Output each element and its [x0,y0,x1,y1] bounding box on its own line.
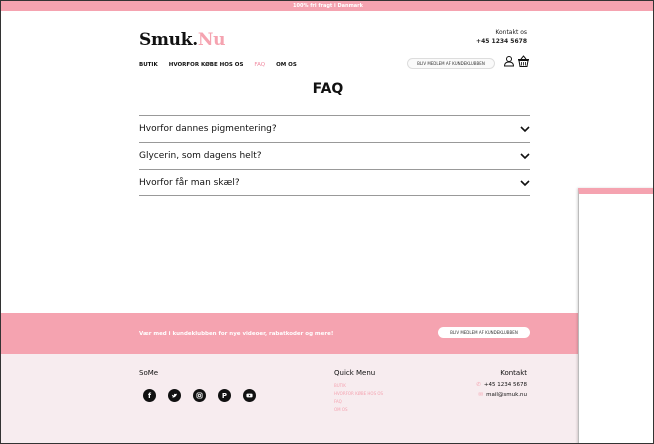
user-icon[interactable] [503,55,515,67]
quick-menu-list: BUTIK HVORFOR KØBE HOS OS FAQ OM OS [334,382,383,414]
newsletter-member-button[interactable]: BLIV MEDLEM AF KUNDEKLUBBEN [438,327,530,338]
quick-menu-title: Quick Menu [334,369,376,377]
faq-question: Hvorfor dannes pigmentering? [139,124,277,134]
faq-item[interactable]: Hvorfor dannes pigmentering? [139,115,530,142]
phone-icon: ✆ [476,382,481,388]
faq-item[interactable]: Glycerin, som dagens helt? [139,142,530,169]
logo[interactable]: Smuk.Nu [139,30,225,50]
chevron-down-icon [520,126,530,133]
youtube-icon[interactable] [243,389,256,402]
nav-item-butik[interactable]: BUTIK [139,62,158,68]
quick-menu-item-butik[interactable]: BUTIK [334,382,383,390]
mail-icon: ✉ [478,392,484,398]
member-button[interactable]: BLIV MEDLEM AF KUNDEKLUBBEN [407,58,495,69]
nav-item-hvorfor[interactable]: HVORFOR KØBE HOS OS [169,62,244,68]
footer [1,354,578,443]
quick-menu-item-om-os[interactable]: OM OS [334,406,383,414]
newsletter-text: Vær med i kundeklubben for nye videoer, … [139,331,334,337]
faq-question: Hvorfor får man skæl? [139,177,240,188]
chevron-down-icon [520,153,530,160]
chevron-down-icon [520,179,530,186]
contact-phone[interactable]: +45 1234 5678 [476,38,527,45]
social-icons: f P [143,389,256,402]
kontakt-title: Kontakt [500,369,527,377]
faq-item[interactable]: Hvorfor får man skæl? [139,169,530,196]
twitter-icon[interactable] [168,389,181,402]
basket-icon[interactable] [517,55,530,68]
facebook-icon[interactable]: f [143,389,156,402]
logo-main: Smuk. [139,30,198,50]
page: 100% fri fragt i Danmark Smuk.Nu Kontakt… [0,0,654,444]
instagram-icon[interactable] [193,389,206,402]
faq-question: Glycerin, som dagens helt? [139,151,262,161]
kontakt-phone: +45 1234 5678 [483,382,527,388]
popup-panel [578,188,653,443]
nav-item-faq[interactable]: FAQ [254,62,265,68]
page-title: FAQ [312,81,344,97]
some-title: SoMe [139,369,159,377]
quick-menu-item-hvorfor[interactable]: HVORFOR KØBE HOS OS [334,390,383,398]
kontakt-mail-row[interactable]: ✉ mail@smuk.nu [478,392,527,398]
nav-item-om-os[interactable]: OM OS [276,62,297,68]
pinterest-icon[interactable]: P [218,389,231,402]
quick-menu-item-faq[interactable]: FAQ [334,398,383,406]
main-nav: BUTIK HVORFOR KØBE HOS OS FAQ OM OS [139,62,297,68]
logo-accent: Nu [197,30,226,50]
kontakt-phone-row[interactable]: ✆ +45 1234 5678 [476,382,527,388]
contact-label: Kontakt os [495,29,527,36]
faq-list: Hvorfor dannes pigmentering? Glycerin, s… [139,115,530,196]
shipping-banner: 100% fri fragt i Danmark [1,1,653,11]
kontakt-mail: mail@smuk.nu [486,392,527,398]
